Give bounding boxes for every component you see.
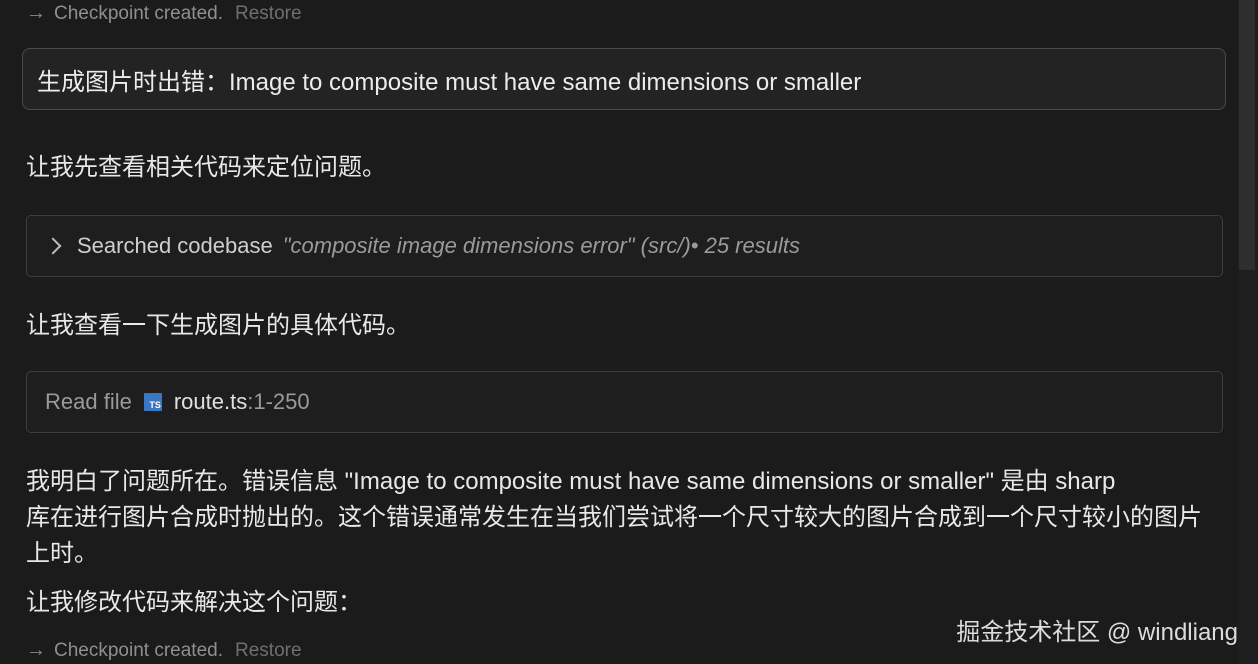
assistant-text-2: 让我查看一下生成图片的具体代码。	[26, 312, 410, 339]
checkpoint-bottom: → Checkpoint created. Restore	[26, 639, 302, 662]
user-message[interactable]: 生成图片时出错：Image to composite must have sam…	[22, 48, 1226, 110]
checkpoint-text: Checkpoint created.	[54, 639, 223, 661]
searched-codebase-tool[interactable]: Searched codebase "composite image dimen…	[26, 215, 1223, 277]
scrollbar[interactable]	[1238, 0, 1258, 664]
checkpoint-top: → Checkpoint created. Restore	[26, 2, 302, 25]
user-message-text: 生成图片时出错：Image to composite must have sam…	[37, 68, 862, 96]
assistant-text-3-line-1: 我明白了问题所在。错误信息 "Image to composite must h…	[26, 468, 1116, 495]
restore-link[interactable]: Restore	[235, 3, 302, 25]
file-line-range: :1-250	[247, 389, 310, 414]
assistant-text-4: 让我修改代码来解决这个问题：	[26, 589, 362, 616]
scrollbar-thumb[interactable]	[1239, 0, 1255, 270]
checkpoint-text: Checkpoint created.	[54, 2, 223, 24]
read-file-tool[interactable]: Read file TS route.ts :1-250	[26, 371, 1223, 433]
search-query: "composite image dimensions error" (src/…	[282, 233, 691, 258]
read-file-label: Read file	[45, 389, 132, 414]
tool-title: Searched codebase	[77, 233, 273, 258]
typescript-file-icon: TS	[143, 393, 162, 411]
assistant-text-1: 让我先查看相关代码来定位问题。	[26, 154, 386, 181]
file-name[interactable]: route.ts	[174, 389, 247, 415]
restore-link[interactable]: Restore	[235, 640, 302, 662]
assistant-text-3-line-2: 库在进行图片合成时抛出的。这个错误通常发生在当我们尝试将一个尺寸较大的图片合成到…	[26, 504, 1202, 531]
search-result-count: • 25 results	[690, 233, 800, 258]
arrow-right-icon: →	[26, 2, 46, 24]
chevron-right-icon[interactable]	[44, 237, 62, 255]
watermark: 掘金技术社区 @ windliang	[956, 619, 1238, 646]
arrow-right-icon: →	[26, 639, 46, 661]
assistant-text-3-line-3: 上时。	[26, 540, 98, 567]
